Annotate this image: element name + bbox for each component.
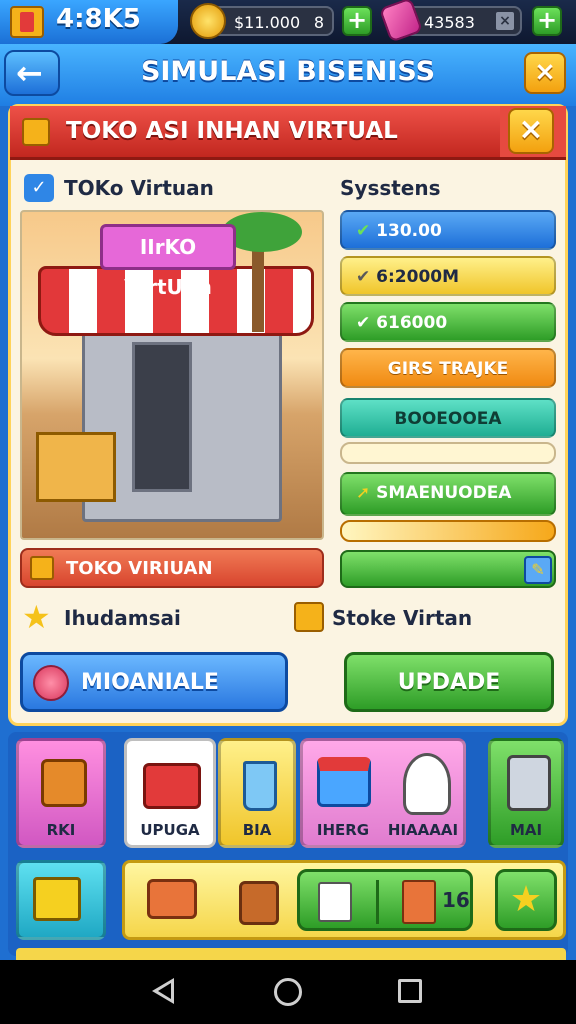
check-icon: ✔ bbox=[356, 221, 371, 241]
shop-icon bbox=[10, 6, 44, 38]
stat-value-5: BOOEOOEA bbox=[394, 409, 502, 429]
stat-bar-6: ➚ SMAENUODEA bbox=[340, 472, 556, 516]
tray-tile-rki[interactable]: RKI bbox=[16, 738, 106, 848]
check-icon: ✔ bbox=[356, 267, 371, 287]
handbag-icon bbox=[239, 881, 279, 925]
stat-value-4: GIRS TRAJKE bbox=[387, 359, 509, 379]
panel-ribbon: TOKO ASI INHAN VIRTUAL bbox=[10, 106, 500, 160]
shop-tag-icon bbox=[22, 118, 50, 146]
status-time: 4:8K5 bbox=[56, 4, 141, 34]
stat-bar-3: ✔ 616000 bbox=[340, 302, 556, 342]
gems-value: 43583 bbox=[424, 13, 475, 32]
stat-value-3: 616000 bbox=[376, 313, 448, 333]
add-coins-button[interactable]: + bbox=[342, 6, 372, 36]
tray-bottom-bar: 16 ★ bbox=[122, 860, 566, 940]
receipt-icon bbox=[318, 882, 352, 922]
stat-bar-5: BOOEOOEA bbox=[340, 398, 556, 438]
arrow-icon: ➚ bbox=[356, 483, 371, 503]
tile-label-upuga: UPUGA bbox=[140, 821, 200, 839]
tray-tile-iherg[interactable]: IHERG HIAAAAI bbox=[300, 738, 466, 848]
ribbon-title: TOKO ASI INHAN VIRTUAL bbox=[66, 118, 398, 144]
star-icon: ★ bbox=[22, 598, 51, 636]
system-nav-bar bbox=[0, 960, 576, 1024]
stat-progress-1 bbox=[340, 442, 556, 464]
cooler-icon bbox=[317, 757, 371, 807]
stat-value-1: 130.00 bbox=[376, 221, 442, 241]
tile-label-rki: RKI bbox=[46, 821, 76, 839]
stat-value-6: SMAENUODEA bbox=[376, 483, 512, 503]
cart-icon bbox=[147, 879, 197, 919]
stats-title: Sysstens bbox=[340, 176, 441, 200]
tray-tile-mai[interactable]: MAI bbox=[488, 738, 564, 848]
mascot-icon bbox=[403, 753, 451, 815]
box-icon bbox=[33, 877, 81, 921]
tray-tile-upuga[interactable]: UPUGA bbox=[124, 738, 216, 848]
shop-sign: IIrKO VIrtUAn bbox=[100, 224, 236, 299]
shop-name-bar: TOKO VIRIUAN bbox=[20, 548, 324, 588]
stat-bar-1: ✔ 130.00 bbox=[340, 210, 556, 250]
tray-box-button[interactable] bbox=[16, 860, 106, 940]
shop-title: TOKo Virtuan bbox=[64, 176, 214, 200]
info-left-label: Ihudamsai bbox=[64, 606, 181, 630]
shop-name-label: TOKO VIRIUAN bbox=[66, 558, 213, 579]
manage-button[interactable]: MIOANIALE bbox=[20, 652, 288, 712]
stat-progress-3: ✎ bbox=[340, 550, 556, 588]
tile-label-mai: MAI bbox=[509, 821, 543, 839]
bag-icon bbox=[41, 759, 87, 807]
crate-icon bbox=[402, 880, 436, 924]
check-icon: ✔ bbox=[356, 313, 371, 333]
edit-icon[interactable]: ✎ bbox=[524, 556, 552, 584]
suitcase-icon bbox=[143, 763, 201, 809]
manage-label: MIOANIALE bbox=[81, 670, 219, 695]
update-button[interactable]: UPDADE bbox=[344, 652, 554, 712]
cup-icon bbox=[243, 761, 277, 811]
inventory-button[interactable]: 16 bbox=[297, 869, 473, 931]
nav-home-icon[interactable] bbox=[274, 978, 302, 1006]
header-close-button[interactable]: × bbox=[524, 52, 566, 94]
nav-back-icon-inner bbox=[158, 983, 171, 999]
update-label: UPDADE bbox=[397, 670, 501, 695]
twitter-icon: ✓ bbox=[24, 174, 54, 202]
tray-footer-strip bbox=[16, 948, 566, 960]
status-area: 4:8K5 bbox=[0, 0, 178, 44]
flower-icon bbox=[33, 665, 69, 701]
badge-icon bbox=[294, 602, 324, 632]
stat-progress-2 bbox=[340, 520, 556, 542]
screen-title: SIMULASI BISENISS bbox=[140, 56, 436, 87]
coins-extra: 8 bbox=[313, 13, 324, 32]
shop-name-icon bbox=[30, 556, 54, 580]
divider bbox=[376, 880, 379, 924]
coin-icon bbox=[190, 3, 226, 39]
coins-value: $11.000 bbox=[234, 13, 301, 32]
stat-bar-4: GIRS TRAJKE bbox=[340, 348, 556, 388]
gems-close-icon: × bbox=[496, 12, 514, 30]
add-gems-button[interactable]: + bbox=[532, 6, 562, 36]
info-right-label: Stoke Virtan bbox=[332, 606, 473, 630]
tablet-icon bbox=[507, 755, 551, 811]
tray-tile-bia[interactable]: BIA bbox=[218, 738, 296, 848]
stat-bar-2: ✔ 6:2000M bbox=[340, 256, 556, 296]
tile-label-bia: BIA bbox=[242, 821, 272, 839]
tile-label-iherg: IHERG bbox=[316, 821, 370, 839]
panel-close-button[interactable]: × bbox=[508, 108, 554, 154]
tile-label-hiaaaai: HIAAAAI bbox=[387, 821, 459, 839]
stat-value-2: 6:2000M bbox=[376, 267, 460, 287]
inventory-count: 16 bbox=[442, 888, 470, 912]
nav-recents-icon[interactable] bbox=[398, 979, 422, 1003]
star-button[interactable]: ★ bbox=[495, 869, 557, 931]
